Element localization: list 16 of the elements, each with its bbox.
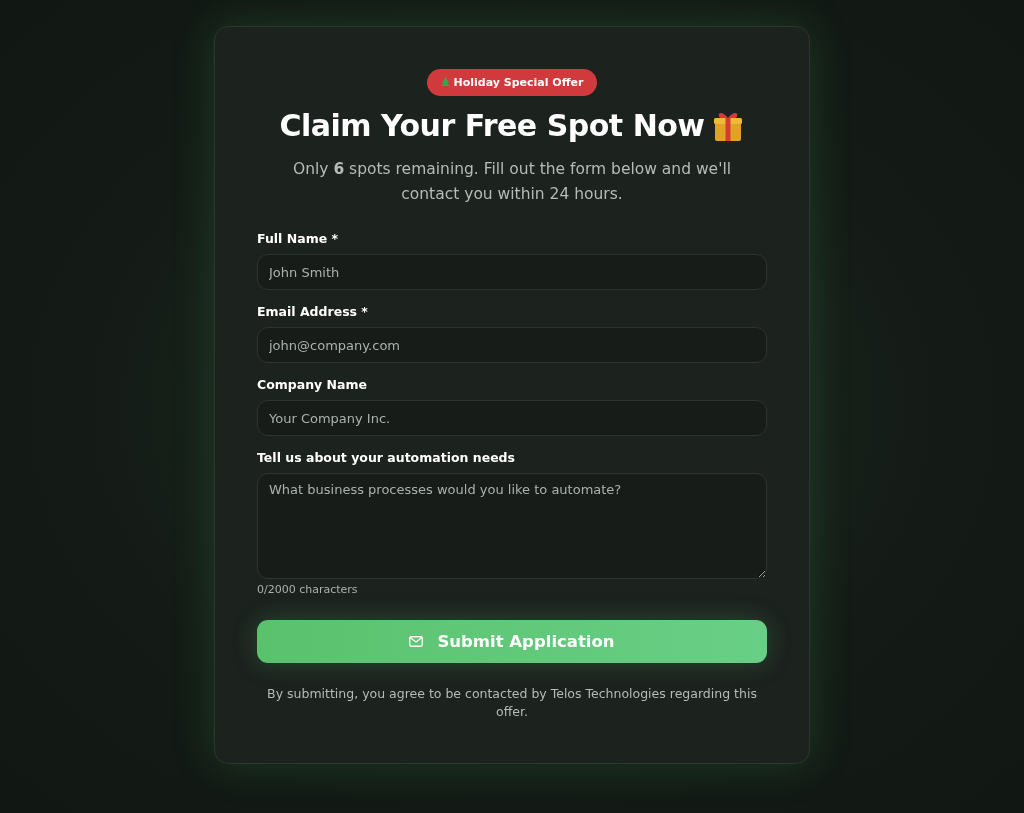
badge-label: Holiday Special Offer bbox=[453, 76, 584, 89]
field-label: Email Address * bbox=[257, 304, 369, 319]
input-field[interactable]: john@company.com bbox=[257, 327, 767, 363]
textarea-field[interactable]: What business processes would you like to automate? bbox=[257, 473, 767, 579]
field-label: Company Name bbox=[257, 377, 368, 392]
mail-icon bbox=[409, 636, 424, 647]
character-counter: 0/2000 characters bbox=[257, 583, 359, 596]
input-field[interactable]: Your Company Inc. bbox=[257, 400, 767, 436]
subtitle: Only 6 spots remaining. Fill out the form below and we'll contact you within 24 hours. bbox=[291, 159, 733, 205]
field-label: Tell us about your automation needs bbox=[257, 450, 516, 465]
field-label: Full Name * bbox=[257, 231, 340, 246]
tree-icon bbox=[440, 77, 450, 88]
disclaimer: By submitting, you agree to be contacted by Telos Technologies regarding this offer. bbox=[266, 685, 758, 721]
input-field[interactable]: John Smith bbox=[257, 254, 767, 290]
submit-button[interactable]: Submit Application bbox=[257, 620, 767, 663]
page-title: Claim Your Free Spot Now bbox=[279, 108, 705, 143]
